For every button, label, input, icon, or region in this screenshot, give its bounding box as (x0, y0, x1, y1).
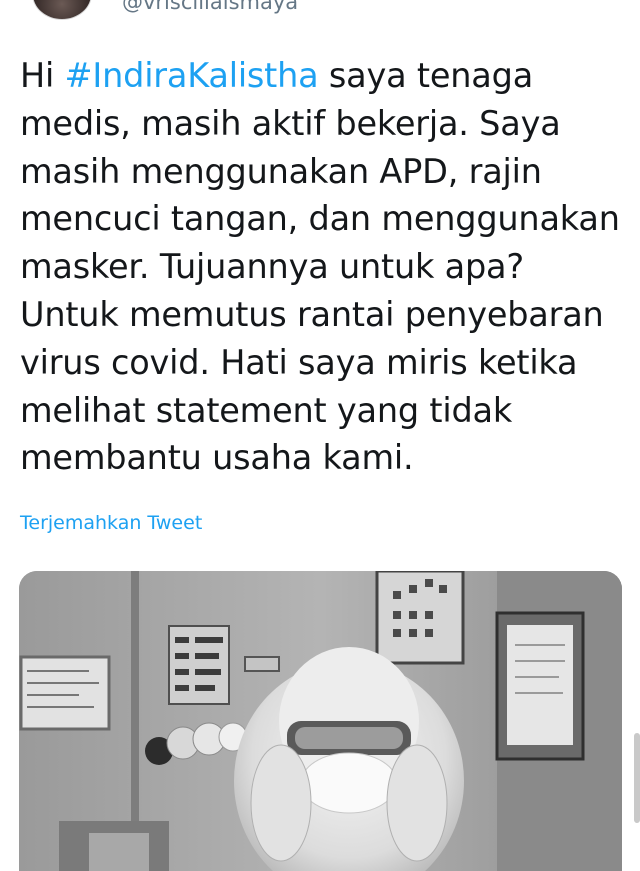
tweet-text: Hi #IndiraKalistha saya tenaga medis, ma… (20, 52, 625, 482)
wall-outlet (244, 656, 280, 672)
scrollbar-thumb[interactable] (634, 733, 640, 823)
tweet-media-photo[interactable] (19, 571, 622, 871)
framed-chart (375, 571, 465, 665)
translate-tweet-link[interactable]: Terjemahkan Tweet (20, 512, 202, 534)
avatar[interactable] (32, 0, 92, 20)
user-handle[interactable]: @vrisciliaismaya (122, 0, 298, 14)
whiteboard (19, 655, 111, 731)
photo-illustration (19, 571, 622, 871)
hashtag-link[interactable]: #IndiraKalistha (65, 56, 319, 95)
tweet-text-body: saya tenaga medis, masih aktif bekerja. … (20, 56, 620, 478)
tweet-text-intro: Hi (20, 56, 65, 95)
